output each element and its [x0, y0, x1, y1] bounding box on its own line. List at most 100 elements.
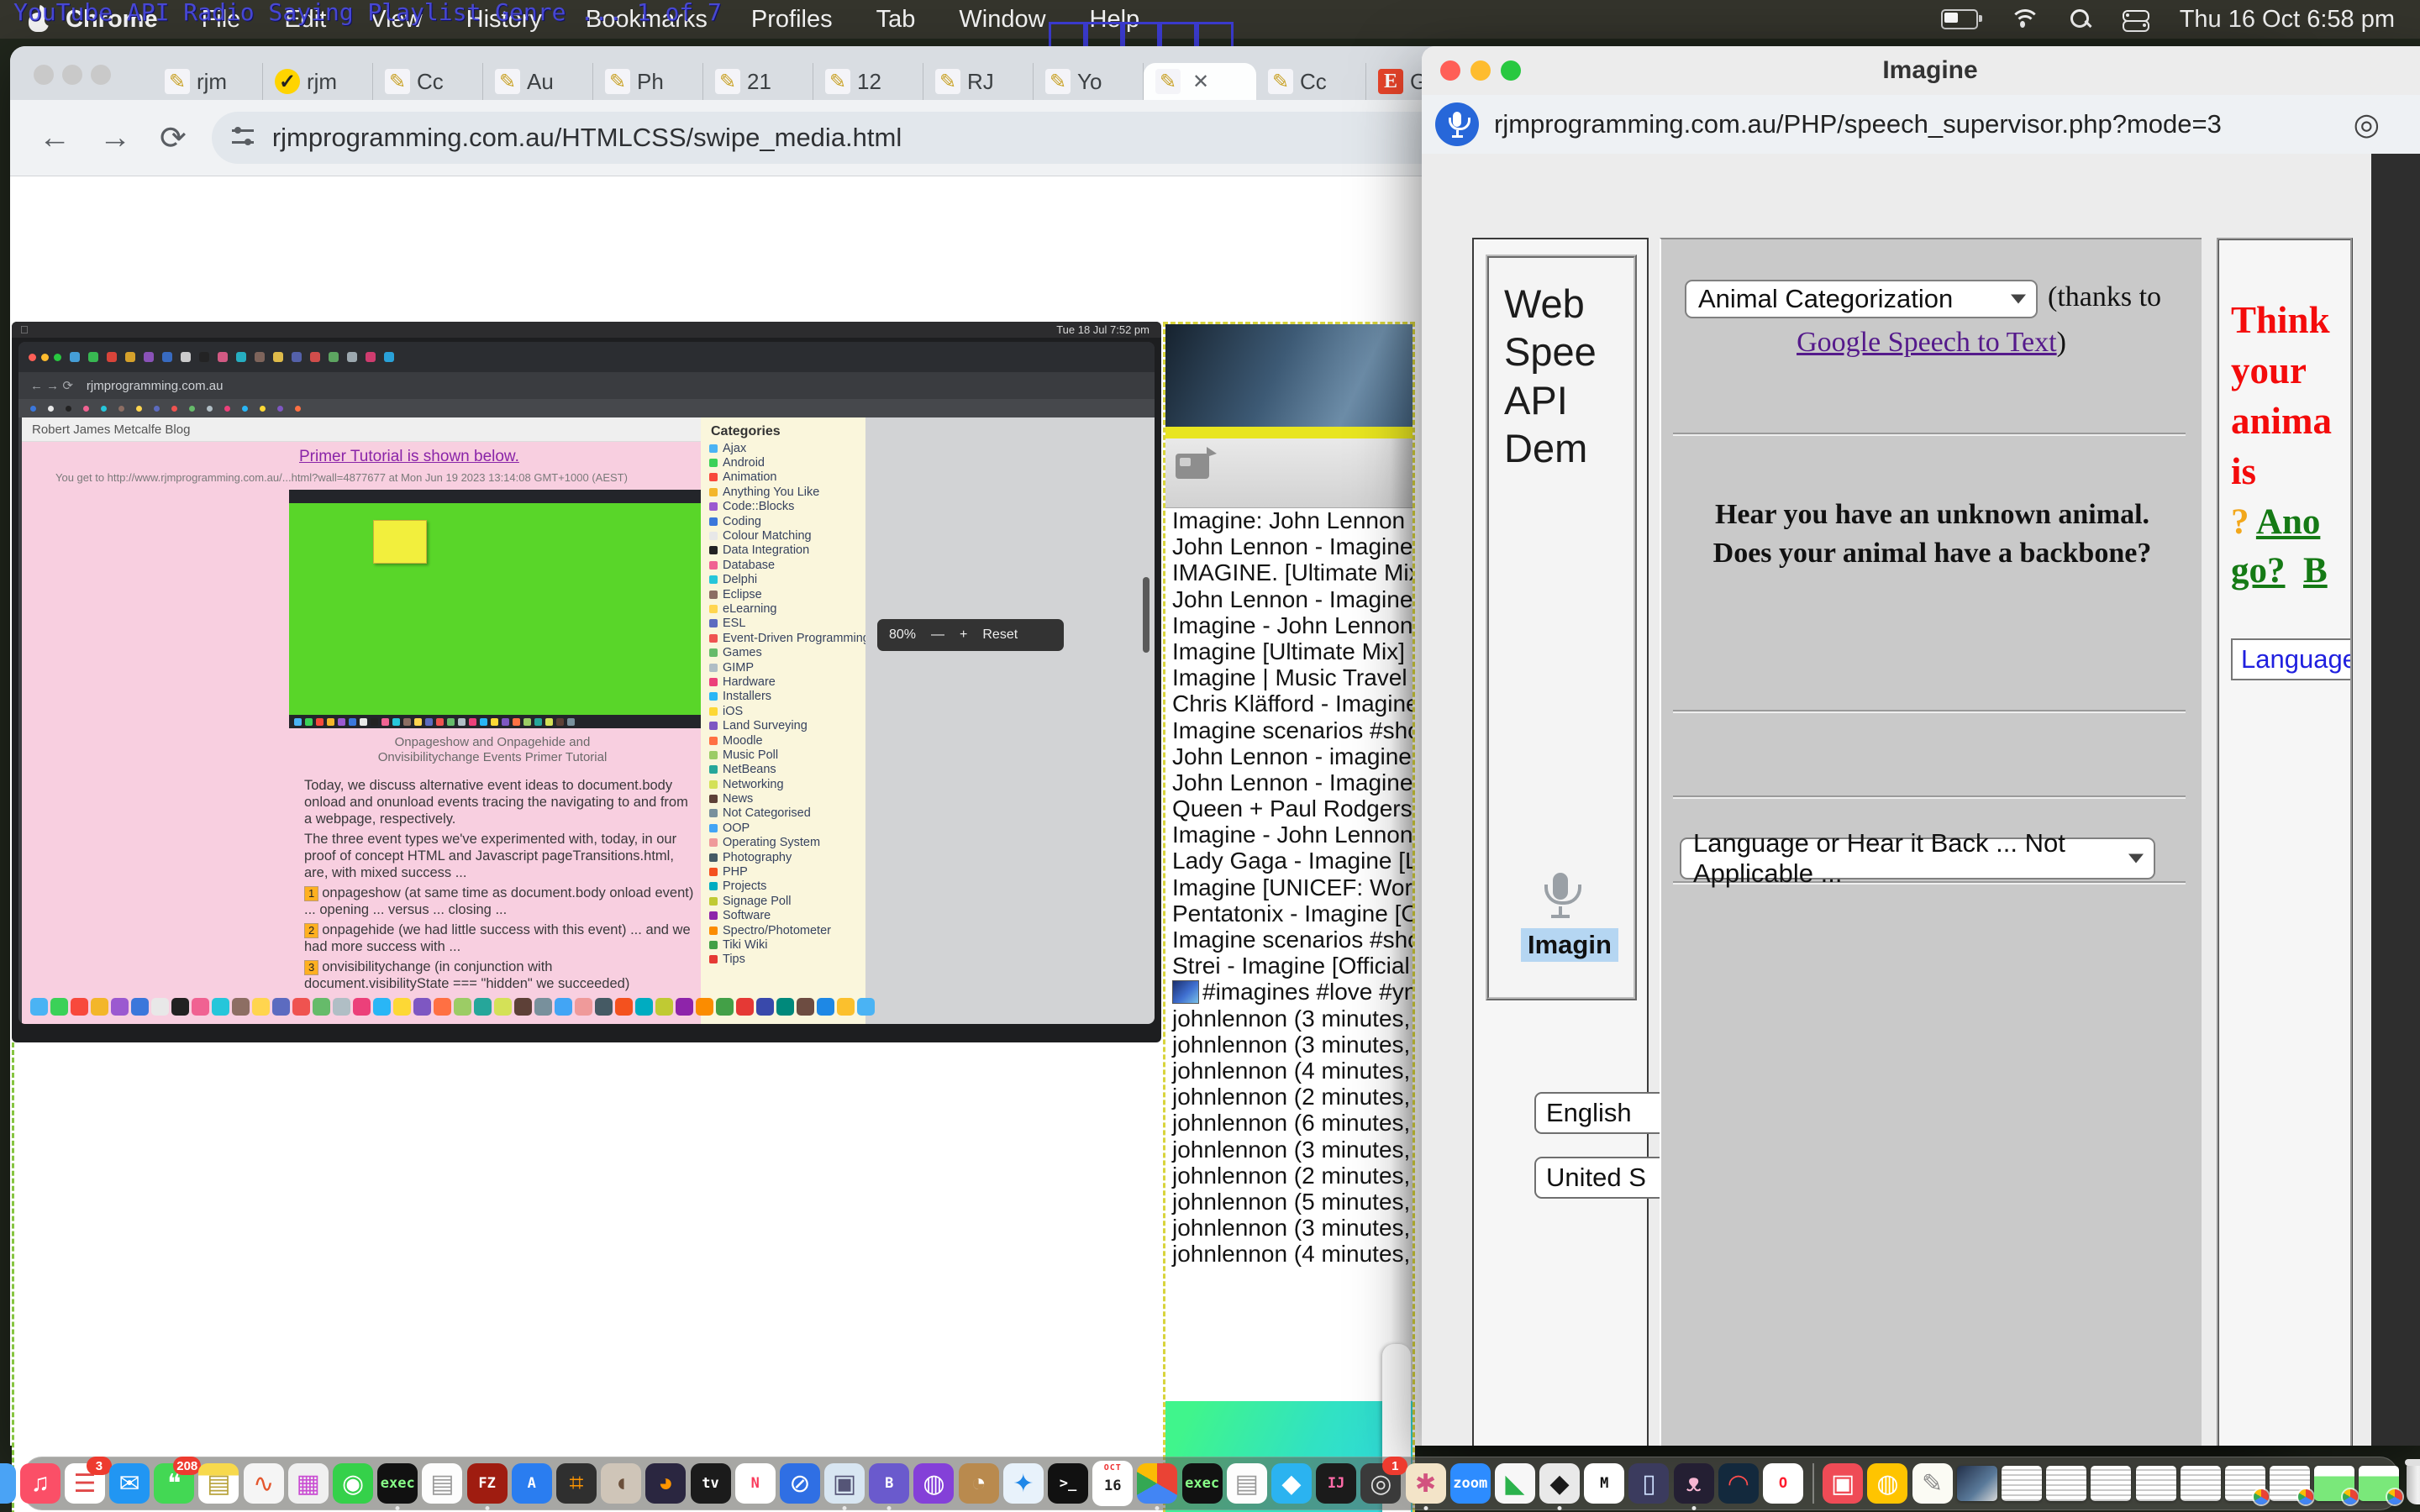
category-item[interactable]: iOS — [709, 704, 865, 718]
playlist-item[interactable]: Imagine - John Lennon — [1172, 822, 1407, 848]
playlist-item-johnlennon[interactable]: johnlennon (2 minutes, 3 — [1172, 1084, 1407, 1110]
playlist-item-johnlennon[interactable]: johnlennon (3 minutes, — [1172, 1137, 1407, 1163]
affinity-icon[interactable]: M — [1584, 1463, 1624, 1504]
tab-Cc[interactable]: ✎Cc — [373, 63, 483, 100]
category-item[interactable]: Installers — [709, 690, 865, 704]
tab-Au[interactable]: ✎Au — [483, 63, 593, 100]
nested-desktop-screenshot[interactable]:  Tue 18 Jul 7:52 pm ← → ⟳ rjmprogrammin… — [12, 322, 1161, 1042]
finder-icon[interactable] — [0, 1463, 16, 1504]
tab-rjm[interactable]: ✎rjm — [153, 63, 263, 100]
chrome-icon[interactable] — [1137, 1463, 1177, 1504]
menu-item-tab[interactable]: Tab — [876, 6, 916, 34]
playlist-item[interactable]: Imagine [Ultimate Mix] ( — [1172, 638, 1407, 664]
minimized-window-thumb-doc-4[interactable] — [2136, 1466, 2176, 1501]
playlist-item-johnlennon[interactable]: johnlennon (2 minutes, 4 — [1172, 1163, 1407, 1189]
playlist-item[interactable]: John Lennon - imagine — [1172, 743, 1407, 769]
window-minimize-button[interactable] — [62, 65, 82, 85]
microphone-permission-icon[interactable] — [1435, 102, 1479, 146]
category-item[interactable]: Android — [709, 455, 865, 470]
tab-close-icon[interactable]: ✕ — [1192, 70, 1209, 94]
zoom-out-button[interactable]: — — [931, 627, 944, 643]
category-item[interactable]: Anything You Like — [709, 485, 865, 499]
minimized-window-thumb-doc-3[interactable] — [2091, 1466, 2131, 1501]
category-item[interactable]: Eclipse — [709, 587, 865, 601]
minimized-window-thumb-chrome-1[interactable] — [2225, 1466, 2265, 1501]
exec-script-2-icon[interactable]: exec — [1182, 1463, 1223, 1504]
contacts-icon[interactable]: ◔ — [959, 1463, 999, 1504]
playlist-item[interactable]: Pentatonix - Imagine [O — [1172, 900, 1407, 927]
nested-scrollbar-thumb[interactable] — [1143, 577, 1150, 653]
playlist-item-johnlennon[interactable]: johnlennon (6 minutes, 9 — [1172, 1110, 1407, 1136]
category-item[interactable]: Not Categorised — [709, 806, 865, 821]
back-link[interactable]: B — [2303, 551, 2328, 591]
playlist-item[interactable]: Lady Gaga - Imagine [L — [1172, 848, 1407, 874]
playlist-item-johnlennon[interactable]: johnlennon (4 minutes, — [1172, 1058, 1407, 1084]
mail-icon[interactable]: ✉ — [109, 1463, 150, 1504]
menu-item-profiles[interactable]: Profiles — [751, 6, 833, 34]
category-item[interactable]: Music Poll — [709, 748, 865, 762]
playlist-item[interactable]: Imagine - John Lennon — [1172, 612, 1407, 638]
shortcuts-icon[interactable]: ⊘ — [780, 1463, 820, 1504]
another-go-link-2[interactable]: go? — [2231, 551, 2286, 591]
trash-icon[interactable] — [2407, 1462, 2420, 1504]
minimized-window-thumb-doc-5[interactable] — [2181, 1466, 2221, 1501]
filezilla-icon[interactable]: FZ — [467, 1463, 508, 1504]
category-item[interactable]: Operating System — [709, 836, 865, 850]
playlist-item[interactable]: John Lennon - Imagine — [1172, 533, 1407, 559]
minimized-window-thumb-doc-1[interactable] — [2002, 1466, 2042, 1501]
podcasts-icon[interactable]: ◍ — [913, 1463, 954, 1504]
sketch-icon[interactable]: ◆ — [1271, 1463, 1312, 1504]
playlist-item[interactable]: John Lennon - Imagine — [1172, 769, 1407, 795]
back-button[interactable]: ← — [39, 120, 71, 156]
notes-pencil-icon[interactable]: ✎ — [1912, 1463, 1953, 1504]
firefox-icon[interactable]: ◕ — [645, 1463, 686, 1504]
menu-item-window[interactable]: Window — [959, 6, 1045, 34]
calendar-icon[interactable]: 16OCT — [1092, 1461, 1133, 1506]
opera-icon[interactable]: O — [1763, 1463, 1803, 1504]
playlist-item[interactable]: Imagine | Music Travel L — [1172, 664, 1407, 690]
photos-stack-icon[interactable]: ▣ — [1823, 1463, 1863, 1504]
playlist-item[interactable]: John Lennon - Imagine — [1172, 586, 1407, 612]
category-item[interactable]: Animation — [709, 470, 865, 485]
category-item[interactable]: Database — [709, 558, 865, 572]
playlist-item-johnlennon[interactable]: johnlennon (3 minutes, 8 — [1172, 1005, 1407, 1032]
zoom-in-button[interactable]: + — [960, 627, 967, 643]
tab-Ph[interactable]: ✎Ph — [593, 63, 703, 100]
playlist-item[interactable]: IMAGINE. [Ultimate Mix — [1172, 559, 1407, 585]
another-go-link[interactable]: Ano — [2256, 502, 2320, 542]
category-item[interactable]: Spectro/Photometer — [709, 923, 865, 937]
prism-icon[interactable]: ◣ — [1495, 1463, 1535, 1504]
bbedit-icon[interactable]: B — [869, 1463, 909, 1504]
intellij-icon[interactable]: IJ — [1316, 1463, 1356, 1504]
category-item[interactable]: Software — [709, 909, 865, 923]
emoji-app-icon[interactable]: ᴥ — [1674, 1463, 1714, 1504]
tutorial-video-frame[interactable] — [289, 490, 701, 728]
gauge-icon[interactable]: ◠ — [1718, 1463, 1759, 1504]
category-item[interactable]: Ajax — [709, 441, 865, 455]
minimized-window-thumb-green-2[interactable] — [2359, 1466, 2399, 1501]
category-item[interactable]: Event-Driven Programming — [709, 631, 865, 645]
category-item[interactable]: Games — [709, 645, 865, 659]
spotlight-search-icon[interactable] — [2070, 9, 2091, 29]
playlist-item-johnlennon[interactable]: johnlennon (3 minutes, 4 — [1172, 1215, 1407, 1241]
calculator-icon[interactable]: ⌗ — [556, 1463, 597, 1504]
preview-icon[interactable]: ▣ — [824, 1463, 865, 1504]
minimized-window-thumb-green-1[interactable] — [2314, 1466, 2354, 1501]
paint-icon[interactable]: ✱ — [1406, 1463, 1446, 1504]
playlist-item-johnlennon[interactable]: johnlennon (3 minutes, 5 — [1172, 1032, 1407, 1058]
tab-12[interactable]: ✎12 — [813, 63, 923, 100]
category-item[interactable]: ESL — [709, 617, 865, 631]
category-select[interactable]: Animal Categorization — [1685, 280, 2038, 318]
category-item[interactable]: Code::Blocks — [709, 500, 865, 514]
playlist-item-johnlennon[interactable]: johnlennon (4 minutes, — [1172, 1241, 1407, 1267]
playlist-item-johnlennon[interactable]: johnlennon (5 minutes, 4 — [1172, 1189, 1407, 1215]
imagine-url-bar[interactable]: rjmprogramming.com.au/PHP/speech_supervi… — [1422, 95, 2420, 155]
window-zoom-button[interactable] — [91, 65, 111, 85]
garageband-icon[interactable]: ∿ — [244, 1463, 284, 1504]
zoom-icon[interactable]: zoom — [1450, 1463, 1491, 1504]
textedit-icon[interactable]: ▤ — [422, 1463, 462, 1504]
tab-RJ[interactable]: ✎RJ — [923, 63, 1034, 100]
safari-icon[interactable]: ✦ — [1003, 1463, 1044, 1504]
control-center-icon[interactable] — [2123, 10, 2148, 29]
wifi-icon[interactable] — [2010, 9, 2039, 29]
